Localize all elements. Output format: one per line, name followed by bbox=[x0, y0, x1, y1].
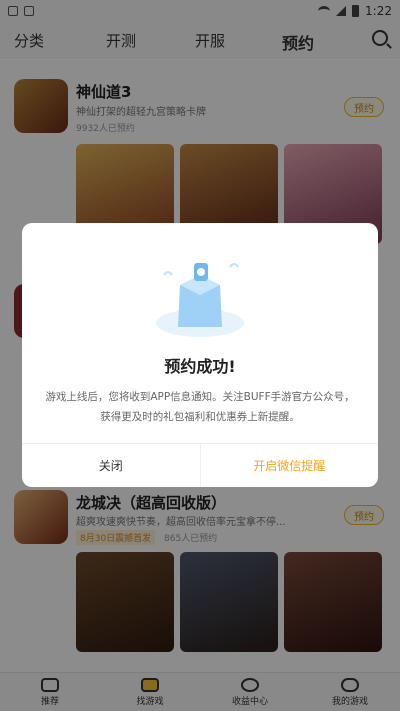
dialog-title: 预约成功! bbox=[164, 357, 236, 376]
dialog-body: 游戏上线后，您将收到APP信息通知。关注BUFF手游官方公众号，获得更及时的礼包… bbox=[45, 391, 355, 423]
reserve-success-dialog: 预约成功! 游戏上线后，您将收到APP信息通知。关注BUFF手游官方公众号，获得… bbox=[22, 223, 378, 487]
enable-wechat-reminder-button[interactable]: 开启微信提醒 bbox=[201, 444, 379, 487]
close-button[interactable]: 关闭 bbox=[22, 444, 201, 487]
gift-box-illustration bbox=[156, 263, 244, 337]
dialog-actions: 关闭 开启微信提醒 bbox=[22, 443, 378, 487]
